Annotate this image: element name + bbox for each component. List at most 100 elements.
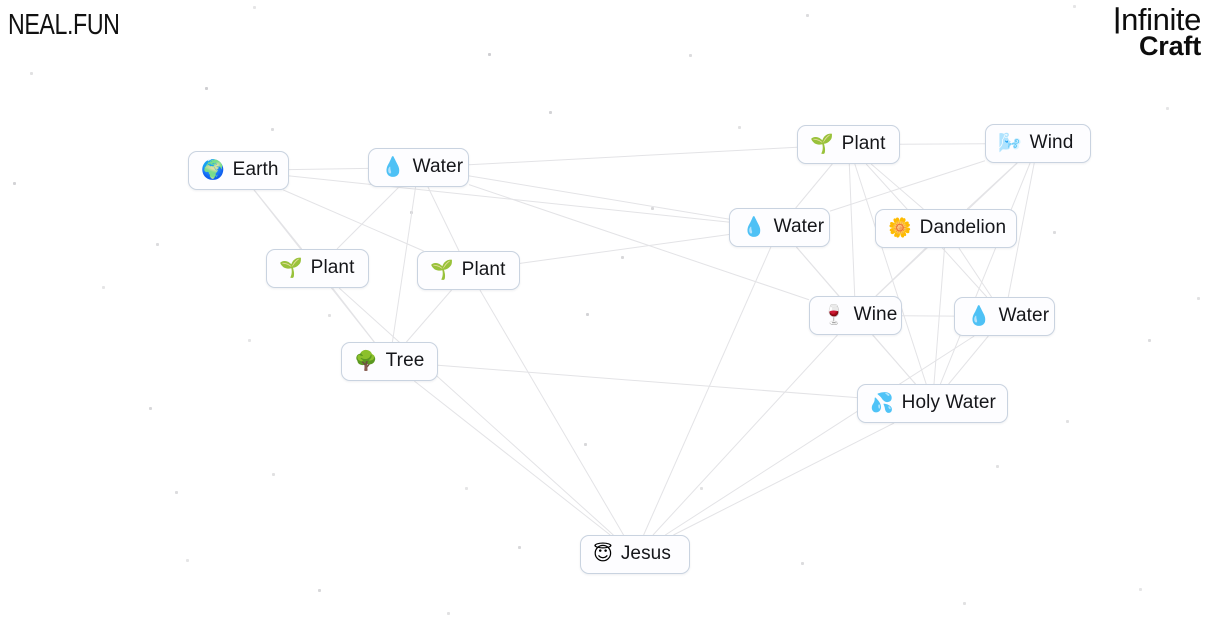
logo-tall-i: I bbox=[1112, 0, 1122, 42]
blossom-flower-icon: 🌼 bbox=[888, 216, 912, 239]
element-card-label: Plant bbox=[461, 259, 506, 281]
background-star bbox=[738, 126, 741, 129]
element-card-jesus[interactable]: 😇 Jesus bbox=[580, 535, 690, 574]
earth-globe-icon: 🌍 bbox=[201, 158, 225, 181]
element-card-plant-3[interactable]: 🌱 Plant bbox=[797, 125, 900, 164]
element-card-label: Wine bbox=[853, 304, 898, 326]
element-card-water-1[interactable]: 💧 Water bbox=[368, 148, 469, 187]
background-star bbox=[689, 54, 692, 57]
neal-fun-logo[interactable]: NEAL.FUN bbox=[8, 9, 120, 42]
element-card-label: Jesus bbox=[620, 543, 671, 565]
element-card-label: Wind bbox=[1029, 132, 1074, 154]
seedling-icon: 🌱 bbox=[430, 258, 454, 281]
element-card-wine[interactable]: 🍷 Wine bbox=[809, 296, 902, 335]
tree-icon: 🌳 bbox=[354, 349, 378, 372]
element-card-label: Tree bbox=[385, 350, 425, 372]
element-card-plant-2[interactable]: 🌱 Plant bbox=[417, 251, 520, 290]
recipe-edge bbox=[406, 289, 452, 343]
recipe-edge bbox=[288, 175, 730, 223]
recipe-edge bbox=[427, 186, 460, 252]
recipe-edge bbox=[437, 364, 858, 399]
infinite-craft-logo: Infinite Craft bbox=[1112, 0, 1202, 62]
element-card-tree[interactable]: 🌳 Tree bbox=[341, 342, 438, 381]
background-star bbox=[186, 559, 189, 562]
element-card-label: Water bbox=[773, 216, 825, 238]
background-star bbox=[272, 473, 275, 476]
recipe-edge bbox=[468, 175, 730, 220]
recipe-edge bbox=[958, 247, 992, 298]
recipe-edge bbox=[870, 163, 924, 210]
background-star bbox=[586, 313, 589, 316]
background-star bbox=[410, 211, 413, 214]
background-star bbox=[271, 128, 274, 131]
recipe-edge bbox=[939, 162, 1031, 385]
water-droplet-icon: 💧 bbox=[967, 304, 991, 327]
background-star bbox=[651, 207, 654, 210]
recipe-edge bbox=[519, 233, 730, 264]
background-star bbox=[963, 602, 966, 605]
recipe-edge bbox=[413, 380, 611, 536]
logo-word-craft: Craft bbox=[1138, 31, 1201, 62]
recipe-edge bbox=[795, 163, 833, 209]
element-card-water-2[interactable]: 💧 Water bbox=[729, 208, 830, 247]
background-star bbox=[30, 72, 33, 75]
recipe-edge bbox=[933, 247, 945, 385]
background-star bbox=[996, 465, 999, 468]
wine-glass-icon: 🍷 bbox=[822, 303, 846, 326]
background-star bbox=[205, 87, 208, 90]
recipe-edge bbox=[795, 246, 840, 297]
element-card-plant-1[interactable]: 🌱 Plant bbox=[266, 249, 369, 288]
recipe-edge bbox=[391, 186, 417, 343]
background-star bbox=[102, 286, 105, 289]
background-star bbox=[465, 487, 468, 490]
background-star bbox=[549, 111, 552, 114]
element-card-label: Earth bbox=[232, 159, 279, 181]
halo-smiley-icon: 😇 bbox=[593, 542, 613, 565]
element-card-earth[interactable]: 🌍 Earth bbox=[188, 151, 289, 190]
recipe-edge bbox=[872, 334, 916, 385]
recipe-edge bbox=[665, 335, 975, 536]
recipe-edge bbox=[948, 335, 989, 385]
recipe-edge bbox=[479, 289, 624, 536]
recipe-edge bbox=[468, 146, 798, 166]
element-card-label: Plant bbox=[310, 257, 355, 279]
element-card-label: Water bbox=[412, 156, 464, 178]
background-star bbox=[1166, 107, 1169, 110]
element-card-label: Water bbox=[998, 305, 1050, 327]
infinite-craft-canvas[interactable]: NEAL.FUN Infinite Craft 🌍 Earth 💧 Water 🌱 Pla… bbox=[0, 0, 1211, 627]
background-star bbox=[1073, 5, 1076, 8]
recipe-edge bbox=[288, 167, 369, 171]
element-card-dandelion[interactable]: 🌼 Dandelion bbox=[875, 209, 1017, 248]
recipe-edge bbox=[336, 186, 400, 250]
element-card-water-3[interactable]: 💧 Water bbox=[954, 297, 1055, 336]
recipe-edge bbox=[875, 247, 927, 297]
background-star bbox=[1053, 231, 1056, 234]
background-star bbox=[156, 243, 159, 246]
recipe-edge bbox=[652, 334, 838, 536]
recipe-edge bbox=[673, 422, 895, 536]
recipe-edge bbox=[283, 189, 424, 252]
recipe-edge bbox=[643, 246, 772, 536]
background-star bbox=[488, 53, 491, 56]
background-star bbox=[149, 407, 152, 410]
background-star bbox=[584, 443, 587, 446]
background-star bbox=[1148, 339, 1151, 342]
element-card-holy-water[interactable]: 💦 Holy Water bbox=[857, 384, 1008, 423]
background-star bbox=[1197, 297, 1200, 300]
recipe-edge bbox=[848, 163, 856, 297]
sweat-droplets-icon: 💦 bbox=[870, 391, 894, 414]
recipe-edge bbox=[253, 189, 303, 250]
background-star bbox=[175, 491, 178, 494]
seedling-icon: 🌱 bbox=[279, 256, 303, 279]
wind-face-icon: 🌬️ bbox=[998, 131, 1022, 154]
recipe-edge bbox=[966, 162, 1018, 210]
background-star bbox=[801, 562, 804, 565]
recipe-edge bbox=[829, 160, 986, 212]
background-star bbox=[518, 546, 521, 549]
element-card-label: Dandelion bbox=[919, 217, 1007, 239]
element-card-wind[interactable]: 🌬️ Wind bbox=[985, 124, 1091, 163]
background-star bbox=[700, 487, 703, 490]
recipe-edge bbox=[338, 287, 614, 536]
background-star bbox=[248, 339, 251, 342]
background-star bbox=[253, 6, 256, 9]
